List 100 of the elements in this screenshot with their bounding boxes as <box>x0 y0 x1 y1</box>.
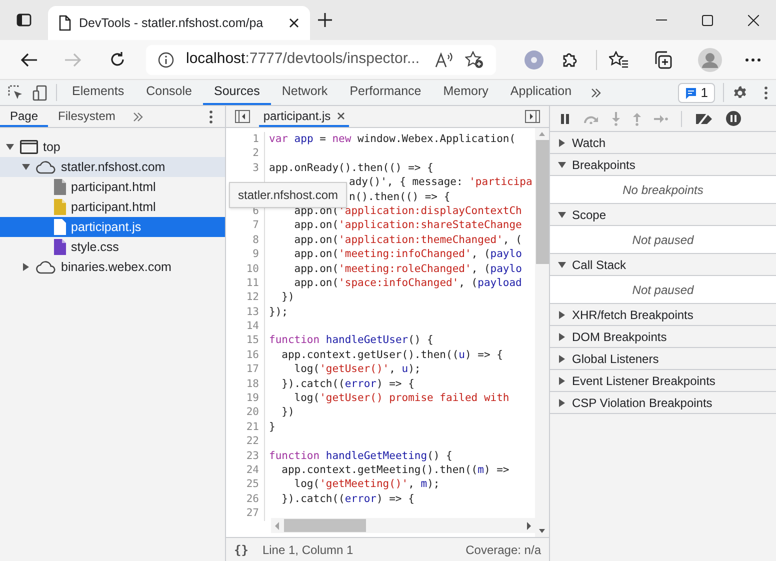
back-arrow-icon[interactable] <box>20 52 38 68</box>
devtools-tab[interactable]: Network <box>270 80 339 105</box>
code-line: app.context.getMeeting().then((m) => <box>280 462 510 478</box>
tab-actions-icon[interactable] <box>16 12 32 28</box>
more-tabs-icon[interactable] <box>133 112 144 122</box>
navigator-tab[interactable]: Filesystem <box>48 106 126 127</box>
line-number: 2 <box>226 146 265 161</box>
address-bar[interactable]: localhost:7777/devtools/inspector... <box>146 44 496 74</box>
toggle-navigator-icon[interactable] <box>235 110 250 123</box>
tree-item[interactable]: style.css <box>0 237 225 257</box>
code-line: function handleGetMeeting() { <box>268 448 452 463</box>
line-number: 14 <box>226 319 265 334</box>
tooltip: statler.nfshost.com <box>229 182 348 208</box>
tree-item[interactable]: participant.js <box>0 217 225 237</box>
tree-item[interactable]: top <box>0 137 225 157</box>
devtools-tab[interactable]: Performance <box>338 80 432 105</box>
collapsed-triangle-icon[interactable] <box>558 332 566 340</box>
collapsed-triangle-icon[interactable] <box>558 138 566 146</box>
line-number: 26 <box>226 492 265 506</box>
code-line: app.context.getUser().then((u) => { <box>280 348 503 362</box>
expanded-triangle-icon[interactable] <box>558 210 566 218</box>
empty-message: Not paused <box>632 232 694 248</box>
close-icon[interactable] <box>336 112 345 120</box>
pretty-print-button[interactable]: {} <box>234 540 248 558</box>
expanded-triangle-icon[interactable] <box>558 160 566 168</box>
tree-item[interactable]: participant.html <box>0 197 225 217</box>
code-line: ady()', { message: 'participa <box>348 175 532 190</box>
line-number: 13 <box>226 304 265 320</box>
line-number: 9 <box>226 247 265 262</box>
devtools-tab[interactable]: Elements <box>61 80 136 105</box>
line-number: 8 <box>226 232 265 248</box>
line-number: 20 <box>226 405 265 420</box>
collapsed-triangle-icon[interactable] <box>558 354 566 362</box>
line-number: 25 <box>226 477 265 492</box>
code-line: n().then(() => { <box>348 190 450 204</box>
tree-item[interactable]: participant.html <box>0 177 225 197</box>
maximize-icon[interactable] <box>702 14 712 26</box>
devtools-tab[interactable]: Application <box>499 80 583 105</box>
code-line: }) <box>280 405 294 420</box>
cursor-position: Line 1, Column 1 <box>262 542 354 558</box>
horizontal-scrollbar[interactable] <box>271 518 535 533</box>
kebab-menu-icon[interactable] <box>764 86 768 100</box>
close-icon[interactable] <box>748 14 758 26</box>
collapsed-triangle-icon[interactable] <box>558 376 566 384</box>
line-number: 19 <box>226 391 265 406</box>
code-line: app.on('application:shareStateChange <box>293 218 522 233</box>
url-text: localhost:7777/devtools/inspector... <box>186 49 420 70</box>
line-number: 11 <box>226 276 265 290</box>
code-line: }); <box>268 304 288 320</box>
code-line: log('getMeeting()', m); <box>293 477 440 492</box>
deactivate-breakpoints-icon[interactable] <box>695 112 713 126</box>
tree-item[interactable]: binaries.webex.com <box>0 257 225 277</box>
inspect-element-icon[interactable] <box>8 84 24 100</box>
device-toolbar-icon[interactable] <box>32 84 48 100</box>
line-number: 18 <box>226 376 265 392</box>
code-line: var app = new window.Webex.Application( <box>268 132 516 146</box>
new-tab-icon[interactable] <box>317 12 333 28</box>
browser-tab[interactable]: DevTools - statler.nfshost.com/pa <box>48 6 310 40</box>
toggle-debugger-icon[interactable] <box>525 110 540 123</box>
line-number: 3 <box>226 160 265 176</box>
minimize-icon[interactable] <box>656 19 666 21</box>
profile-avatar-icon[interactable] <box>698 48 722 72</box>
devtools-tab[interactable]: Console <box>135 80 203 105</box>
line-number: 27 <box>226 506 265 521</box>
refresh-icon[interactable] <box>108 51 126 68</box>
favorites-icon[interactable] <box>609 50 629 68</box>
more-icon[interactable] <box>745 58 761 62</box>
pause-icon[interactable] <box>560 114 570 124</box>
kebab-menu-icon[interactable] <box>209 110 213 124</box>
line-number: 7 <box>226 218 265 233</box>
line-number: 12 <box>226 290 265 305</box>
favorite-star-icon[interactable] <box>465 50 484 68</box>
issues-badge[interactable]: 1 <box>678 82 715 102</box>
collapsed-triangle-icon[interactable] <box>558 310 566 318</box>
more-tabs-icon[interactable] <box>590 88 601 98</box>
line-number: 15 <box>226 333 265 348</box>
tree-item[interactable]: statler.nfshost.com <box>0 157 225 177</box>
code-line: app.onReady().then(() => { <box>268 160 434 176</box>
line-number: 21 <box>226 420 265 434</box>
info-icon[interactable] <box>158 52 174 68</box>
settings-icon[interactable] <box>732 84 748 100</box>
scroll-right-arrow-icon[interactable] <box>526 522 532 530</box>
collapsed-triangle-icon[interactable] <box>21 262 31 272</box>
code-line: }) <box>280 290 294 305</box>
collections-icon[interactable] <box>654 50 672 68</box>
vertical-scrollbar[interactable] <box>535 128 549 537</box>
coverage-status: Coverage: n/a <box>466 542 541 558</box>
line-number: 24 <box>226 462 265 478</box>
tab-title: DevTools - statler.nfshost.com/pa <box>79 14 264 32</box>
line-number: 17 <box>226 362 265 377</box>
code-line: log('getUser() promise failed with <box>293 391 510 406</box>
expanded-triangle-icon[interactable] <box>558 260 566 268</box>
puzzle-icon[interactable] <box>561 50 579 68</box>
line-number: 22 <box>226 434 265 449</box>
navigator-tab[interactable]: Page <box>0 106 48 127</box>
pause-on-exceptions-icon[interactable] <box>726 111 741 126</box>
read-aloud-icon[interactable] <box>435 52 453 68</box>
close-icon[interactable] <box>288 17 300 29</box>
devtools-tab[interactable]: Memory <box>432 80 500 105</box>
collapsed-triangle-icon[interactable] <box>558 398 566 406</box>
